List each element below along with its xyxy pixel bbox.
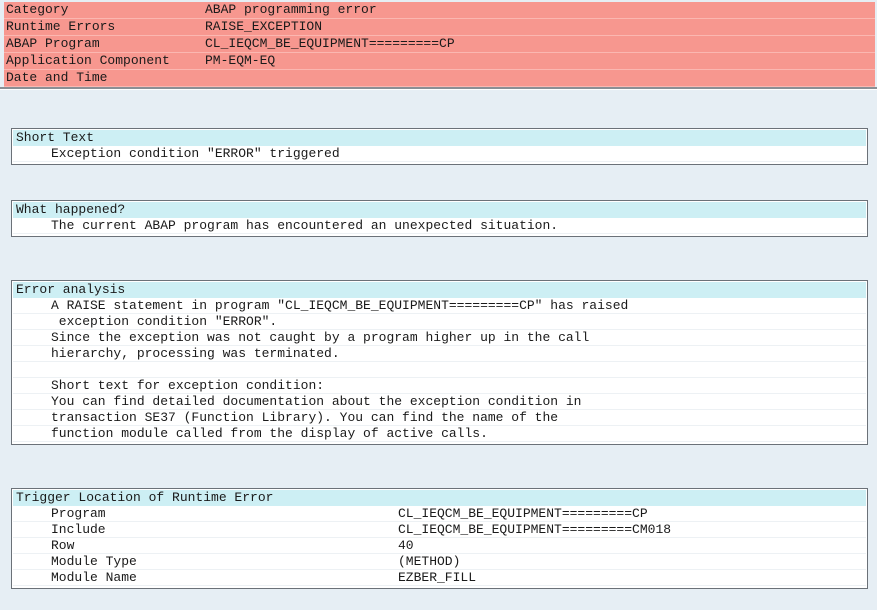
text-line: transaction SE37 (Function Library). You… xyxy=(13,410,866,426)
text-line: A RAISE statement in program "CL_IEQCM_B… xyxy=(13,298,866,314)
trigger-row-row: Row 40 xyxy=(13,538,866,554)
trigger-row-include: Include CL_IEQCM_BE_EQUIPMENT=========CM… xyxy=(13,522,866,538)
trigger-label: Include xyxy=(51,522,106,537)
header-label: Date and Time xyxy=(6,70,108,85)
header-row-runtime-errors: Runtime Errors RAISE_EXCEPTION xyxy=(4,19,875,36)
trigger-value: 40 xyxy=(398,538,414,553)
dump-header: Category ABAP programming error Runtime … xyxy=(4,2,875,87)
trigger-value: EZBER_FILL xyxy=(398,570,477,585)
trigger-row-program: Program CL_IEQCM_BE_EQUIPMENT=========CP xyxy=(13,506,866,522)
header-row-date-and-time: Date and Time xyxy=(4,70,875,87)
header-row-abap-program: ABAP Program CL_IEQCM_BE_EQUIPMENT======… xyxy=(4,36,875,53)
trigger-row-module-type: Module Type (METHOD) xyxy=(13,554,866,570)
header-value: ABAP programming error xyxy=(205,2,377,17)
section-short-text: Short Text Exception condition "ERROR" t… xyxy=(11,128,868,165)
section-what-happened: What happened? The current ABAP program … xyxy=(11,200,868,237)
section-title: What happened? xyxy=(13,202,866,218)
header-label: Category xyxy=(6,2,69,17)
trigger-label: Module Type xyxy=(51,554,137,569)
header-value: RAISE_EXCEPTION xyxy=(205,19,323,34)
trigger-value: CL_IEQCM_BE_EQUIPMENT=========CP xyxy=(398,506,648,521)
trigger-value: CL_IEQCM_BE_EQUIPMENT=========CM018 xyxy=(398,522,672,537)
trigger-label: Row xyxy=(51,538,75,553)
text-line: Short text for exception condition: xyxy=(13,378,866,394)
section-title: Trigger Location of Runtime Error xyxy=(13,490,866,506)
text-line xyxy=(13,362,866,378)
header-label: Application Component xyxy=(6,53,170,68)
text-line: The current ABAP program has encountered… xyxy=(13,218,866,234)
section-error-analysis: Error analysis A RAISE statement in prog… xyxy=(11,280,868,445)
header-value: CL_IEQCM_BE_EQUIPMENT=========CP xyxy=(205,36,455,51)
trigger-label: Module Name xyxy=(51,570,137,585)
section-trigger-location: Trigger Location of Runtime Error Progra… xyxy=(11,488,868,589)
text-line: Since the exception was not caught by a … xyxy=(13,330,866,346)
trigger-value: (METHOD) xyxy=(398,554,461,569)
header-value xyxy=(205,70,875,86)
header-label: ABAP Program xyxy=(6,36,100,51)
text-line: Exception condition "ERROR" triggered xyxy=(13,146,866,162)
text-line: function module called from the display … xyxy=(13,426,866,442)
section-title: Short Text xyxy=(13,130,866,146)
text-line: hierarchy, processing was terminated. xyxy=(13,346,866,362)
header-row-application-component: Application Component PM-EQM-EQ xyxy=(4,53,875,70)
header-divider-highlight xyxy=(0,89,877,90)
trigger-label: Program xyxy=(51,506,106,521)
header-row-category: Category ABAP programming error xyxy=(4,2,875,19)
header-value: PM-EQM-EQ xyxy=(205,53,276,68)
text-line: exception condition "ERROR". xyxy=(13,314,866,330)
text-line: You can find detailed documentation abou… xyxy=(13,394,866,410)
trigger-row-module-name: Module Name EZBER_FILL xyxy=(13,570,866,586)
header-label: Runtime Errors xyxy=(6,19,116,34)
section-title: Error analysis xyxy=(13,282,866,298)
